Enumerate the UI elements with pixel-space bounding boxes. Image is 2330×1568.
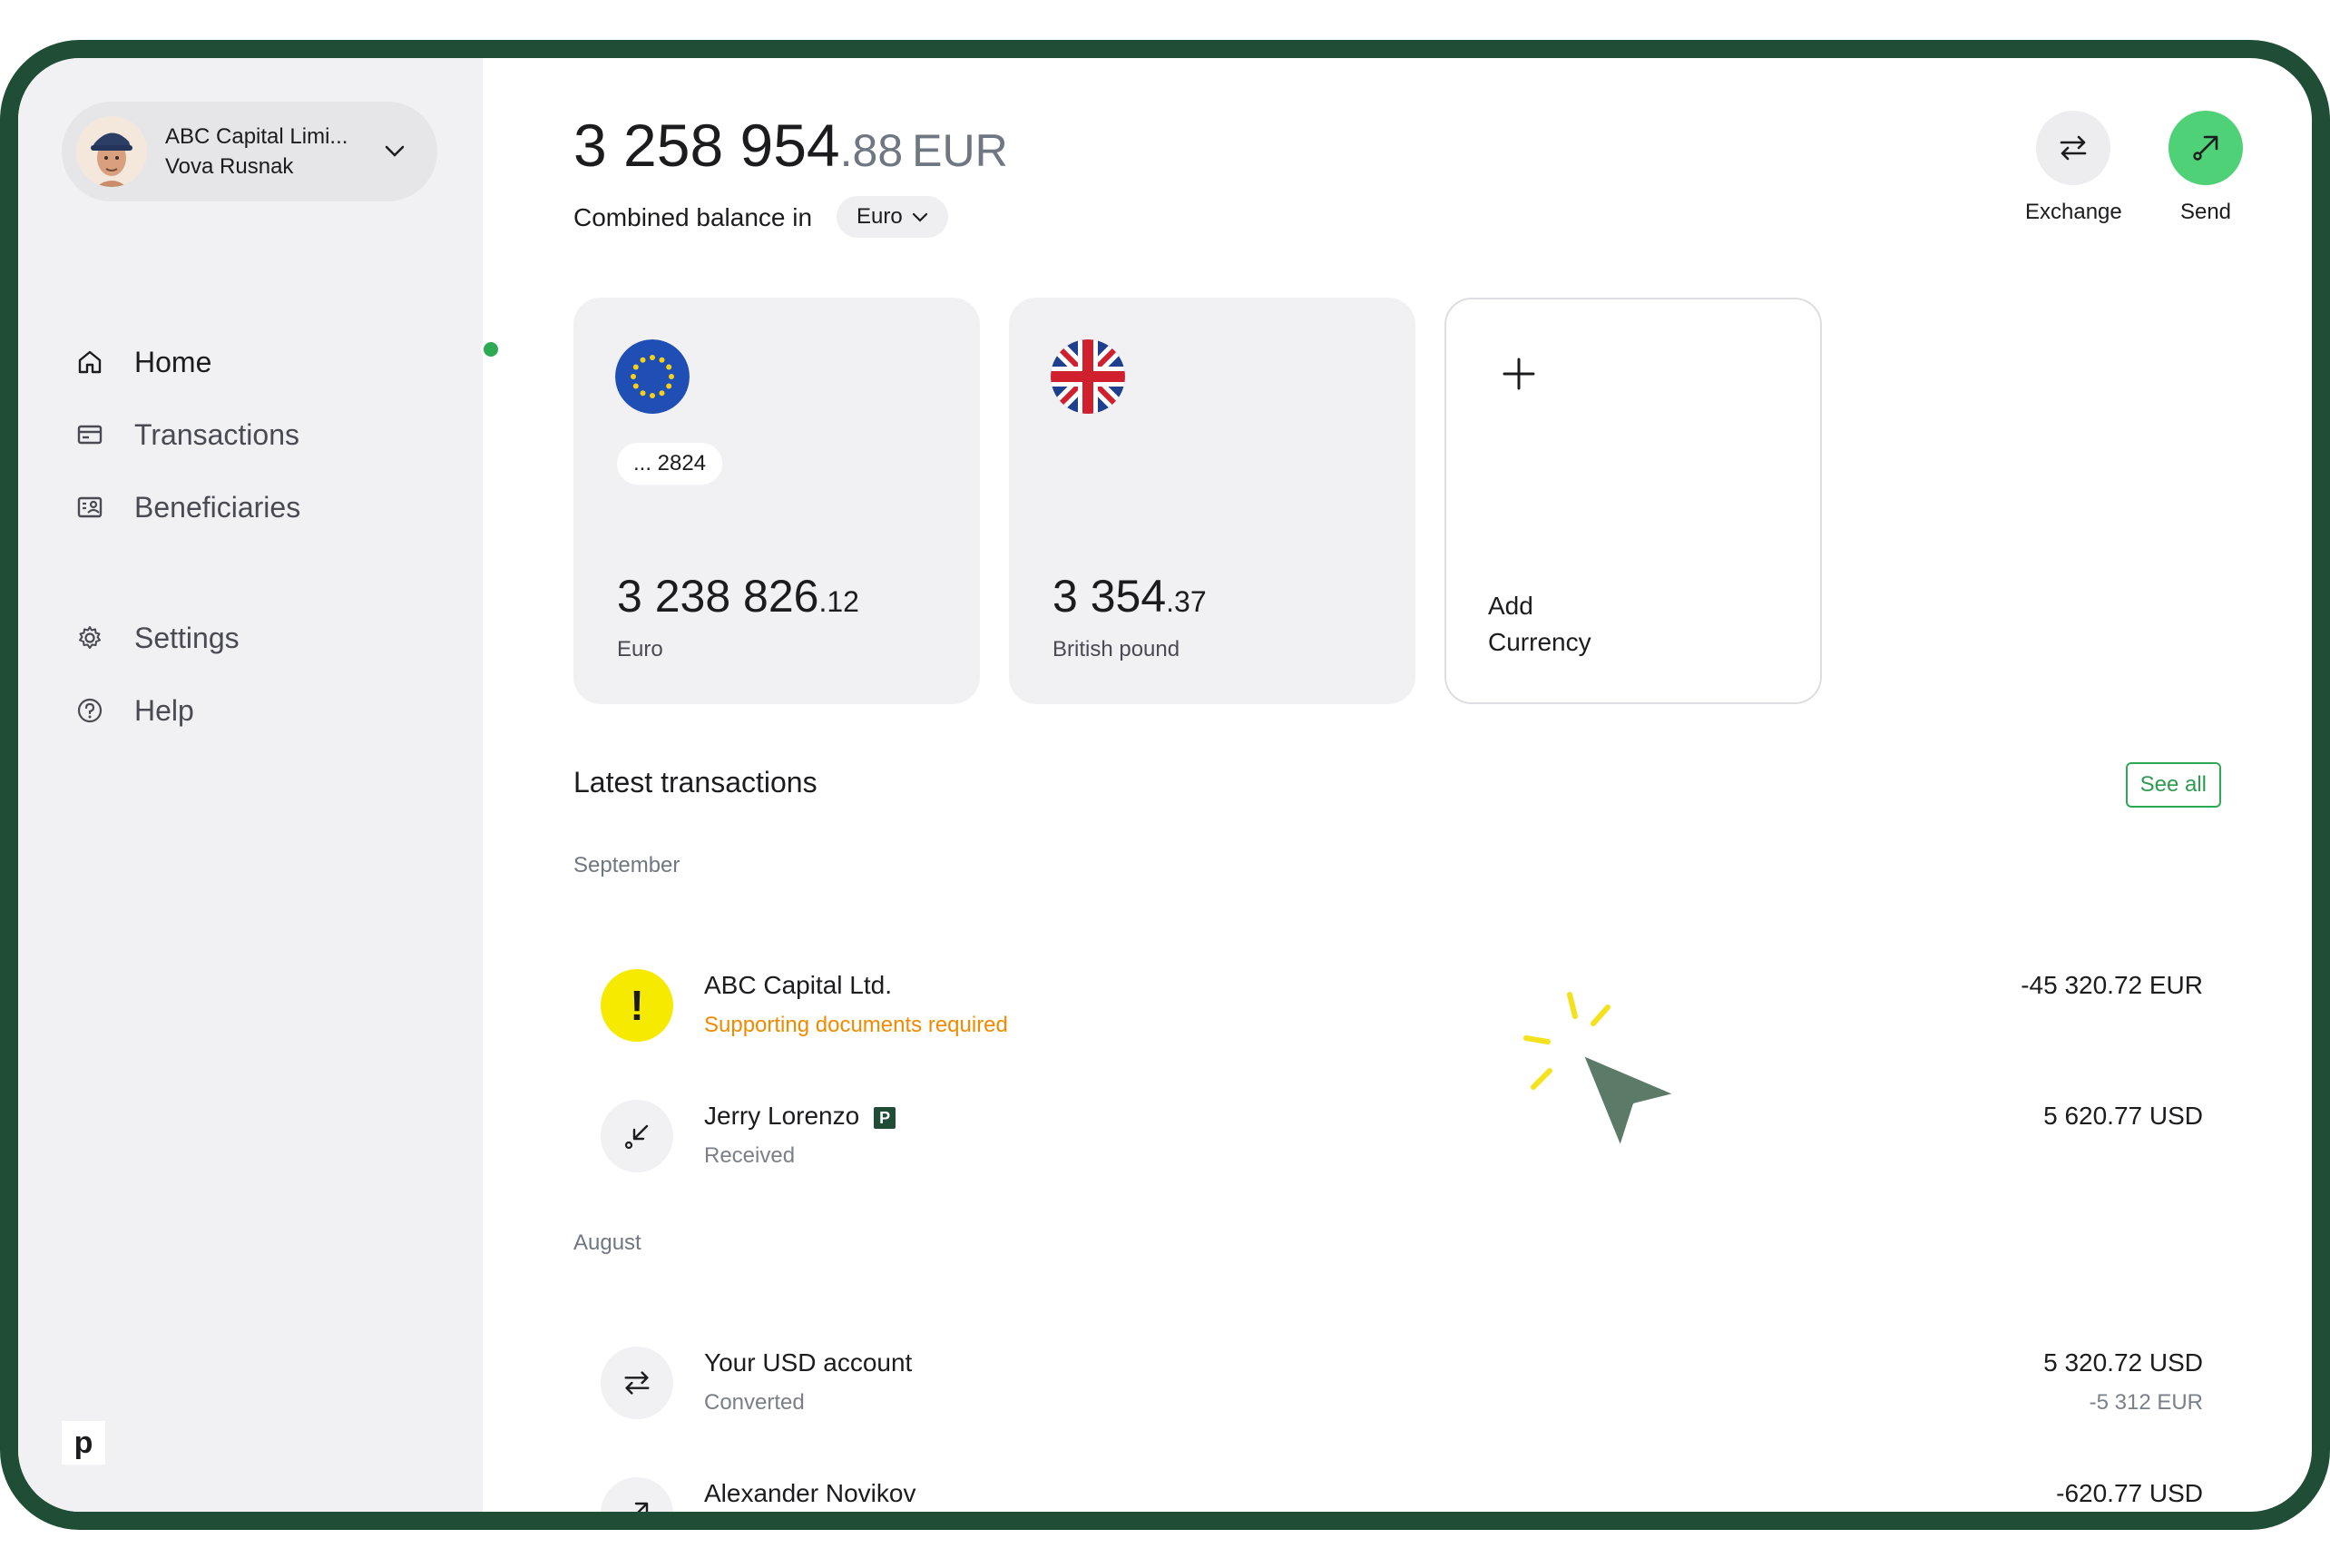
account-company-name: ABC Capital Limi... xyxy=(165,124,348,149)
latest-transactions-title: Latest transactions xyxy=(573,766,817,799)
transaction-name: ABC Capital Ltd. xyxy=(704,971,892,999)
exchange-button[interactable]: Exchange xyxy=(2025,111,2122,225)
sidebar: ABC Capital Limi... Vova Rusnak Home Tra… xyxy=(18,58,483,1512)
sidebar-item-beneficiaries[interactable]: Beneficiaries xyxy=(74,485,455,530)
exclamation-icon: ! xyxy=(601,969,673,1042)
currency-card-euro[interactable]: ... 2824 3 238 826.12 Euro xyxy=(573,298,980,704)
transaction-status: Sent xyxy=(704,1521,749,1530)
gear-icon xyxy=(74,622,105,653)
uk-flag-icon xyxy=(1051,339,1125,414)
sidebar-item-label: Beneficiaries xyxy=(134,490,301,524)
help-circle-icon xyxy=(74,695,105,726)
sidebar-item-label: Transactions xyxy=(134,417,299,451)
currency-card-gbp[interactable]: 3 354.37 British pound xyxy=(1009,298,1415,704)
send-label: Send xyxy=(2179,200,2232,224)
add-currency-line1: Add xyxy=(1488,592,1533,620)
balance-integer: 3 258 954 xyxy=(573,112,840,179)
transaction-row[interactable]: ! ABC Capital Ltd. Supporting documents … xyxy=(573,965,2203,1056)
sidebar-item-label: Home xyxy=(134,345,212,378)
card-icon xyxy=(74,419,105,450)
card-currency-name: Euro xyxy=(617,637,663,662)
combined-balance-label: Combined balance in xyxy=(573,203,813,231)
sidebar-item-settings[interactable]: Settings xyxy=(74,615,455,661)
month-heading: August xyxy=(573,1230,641,1255)
month-heading: September xyxy=(573,853,680,877)
sidebar-item-label: Settings xyxy=(134,621,240,654)
payee-badge: P xyxy=(874,1106,896,1129)
account-number-pill: ... 2824 xyxy=(617,443,723,485)
sidebar-item-transactions[interactable]: Transactions xyxy=(74,412,455,457)
see-all-button[interactable]: See all xyxy=(2125,762,2221,808)
transaction-status: Converted xyxy=(704,1390,805,1415)
plus-icon xyxy=(1503,358,1535,395)
transaction-name: Your USD account xyxy=(704,1348,913,1377)
transaction-amount: -620.77 USD xyxy=(2056,1479,2203,1507)
chevron-down-icon xyxy=(372,145,417,158)
balance-fraction: .88 xyxy=(839,125,904,176)
transaction-row[interactable]: Jerry Lorenzo P Received 5 620.77 USD xyxy=(573,1096,2203,1187)
card-balance-fraction: .37 xyxy=(1166,585,1207,618)
brand-logo: p xyxy=(62,1421,105,1465)
card-balance-integer: 3 354 xyxy=(1052,571,1167,622)
transaction-name-text: Jerry Lorenzo xyxy=(704,1102,860,1130)
exchange-icon xyxy=(601,1347,673,1419)
transaction-amount: 5 320.72 USD xyxy=(2043,1348,2203,1377)
transaction-status: Supporting documents required xyxy=(704,1013,1008,1037)
card-currency-name: British pound xyxy=(1052,637,1180,662)
chevron-down-icon xyxy=(912,204,928,230)
home-icon xyxy=(74,347,105,377)
account-user-name: Vova Rusnak xyxy=(165,154,294,179)
transaction-amount: -45 320.72 EUR xyxy=(2021,971,2203,999)
main-content: 3 258 954.88 EUR Combined balance in Euro… xyxy=(483,58,2312,1512)
transaction-status: Received xyxy=(704,1143,796,1168)
sidebar-item-help[interactable]: Help xyxy=(74,688,455,733)
exchange-label: Exchange xyxy=(2025,200,2122,224)
balance-currency-select[interactable]: Euro xyxy=(837,196,948,238)
card-balance: 3 238 826.12 xyxy=(617,570,859,622)
received-arrow-icon xyxy=(601,1100,673,1172)
transaction-amount-secondary: -5 312 EUR xyxy=(2089,1390,2203,1415)
add-currency-card[interactable]: Add Currency xyxy=(1444,298,1822,704)
card-balance-fraction: .12 xyxy=(818,585,859,618)
transaction-row[interactable]: Your USD account Converted 5 320.72 USD … xyxy=(573,1343,2203,1434)
transaction-name: Alexander Novikov xyxy=(704,1479,916,1507)
transaction-amount: 5 620.77 USD xyxy=(2043,1102,2203,1130)
combined-balance: 3 258 954.88 EUR xyxy=(573,111,1008,180)
card-balance: 3 354.37 xyxy=(1052,570,1207,622)
card-balance-integer: 3 238 826 xyxy=(617,571,819,622)
transaction-row[interactable]: Alexander Novikov Sent -620.77 USD xyxy=(573,1474,2203,1530)
account-switcher[interactable]: ABC Capital Limi... Vova Rusnak xyxy=(62,102,437,201)
contact-card-icon xyxy=(74,492,105,523)
sent-arrow-icon xyxy=(601,1477,673,1512)
sidebar-item-home[interactable]: Home xyxy=(74,339,455,385)
transaction-name: Jerry Lorenzo P xyxy=(704,1102,896,1131)
device-frame: ABC Capital Limi... Vova Rusnak Home Tra… xyxy=(0,40,2330,1530)
exchange-icon xyxy=(2036,111,2111,185)
add-currency-label: Add Currency xyxy=(1488,588,1669,661)
send-arrow-icon xyxy=(2168,111,2243,185)
send-button[interactable]: Send xyxy=(2168,111,2243,225)
balance-currency: EUR xyxy=(912,125,1008,176)
eu-flag-icon xyxy=(615,339,690,414)
avatar xyxy=(76,116,147,187)
add-currency-line2: Currency xyxy=(1488,628,1591,656)
sidebar-item-label: Help xyxy=(134,693,194,727)
selected-currency: Euro xyxy=(857,204,903,229)
